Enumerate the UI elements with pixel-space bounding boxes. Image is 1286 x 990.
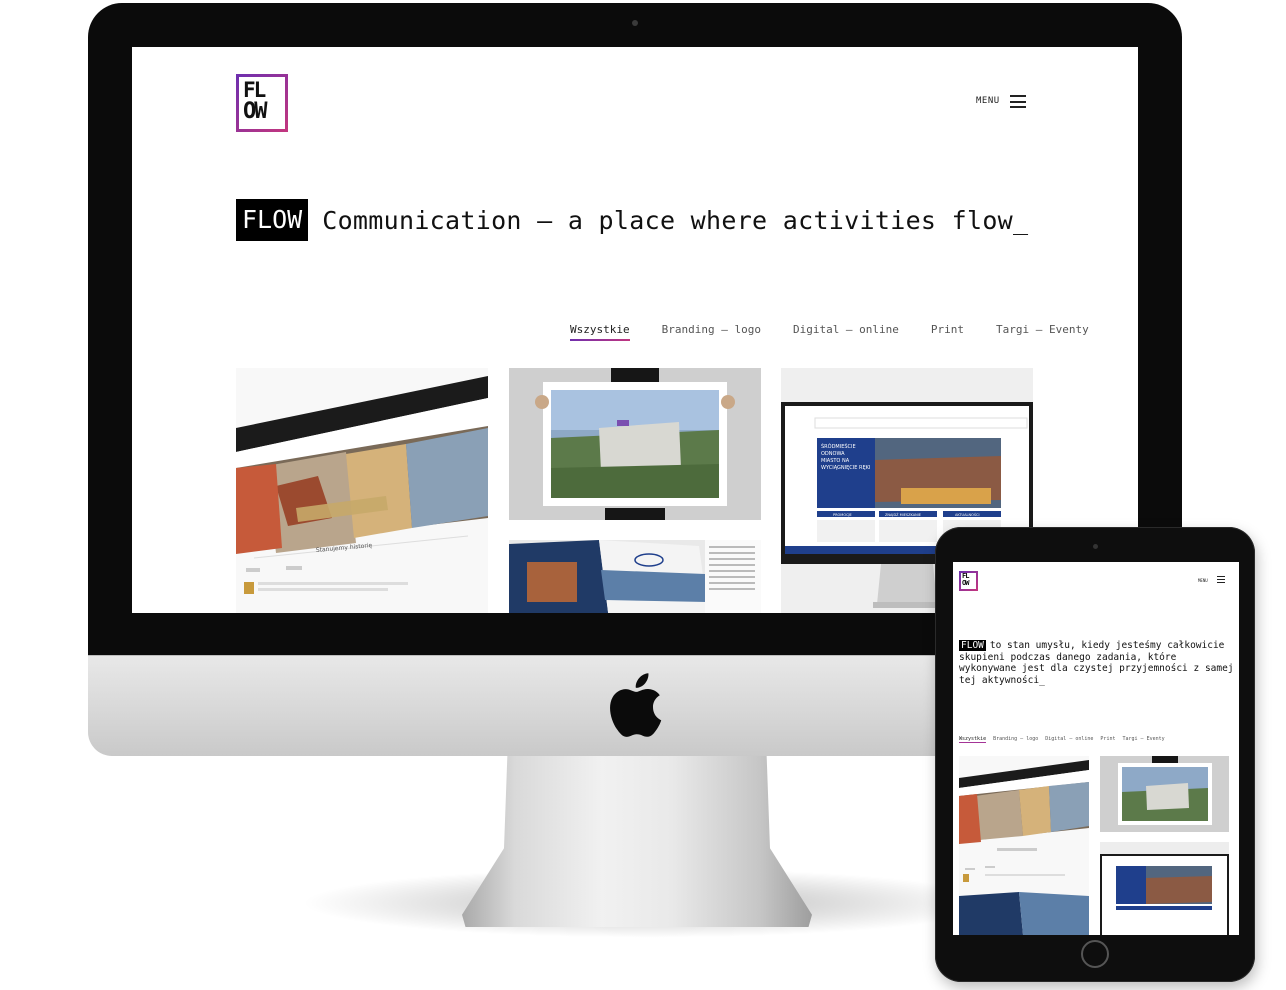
filter-tabs-mobile: Wszystkie Branding – logo Digital – onli… — [959, 736, 1172, 743]
hero-heading: FLOW Communication – a place where activ… — [236, 199, 1028, 241]
hamburger-icon[interactable] — [1010, 95, 1026, 108]
tab-find-apartment: ZNAJDŹ MIESZKANIE — [885, 512, 921, 517]
home-button[interactable] — [1081, 940, 1109, 968]
filter-tab-branding[interactable]: Branding – logo — [662, 323, 761, 341]
tab-news: AKTUALNOŚCI — [955, 512, 980, 517]
panel-line-4: WYCIĄGNIĘCIE RĘKI — [821, 465, 870, 471]
hamburger-icon[interactable] — [1217, 576, 1225, 583]
flow-badge: FLOW — [236, 199, 309, 241]
hero-text: Communication – a place where activities… — [322, 205, 1029, 235]
filter-tab-events[interactable]: Targi – Eventy — [1122, 736, 1164, 743]
tab-promotions: PROMOCJE — [833, 513, 852, 517]
imac-camera — [632, 20, 638, 26]
panel-line-2: ODNOWA — [821, 451, 845, 457]
imac-stand — [462, 752, 812, 927]
portfolio-thumbnail-monitor-mobile[interactable] — [1100, 842, 1229, 935]
ipad-device: FL OW MENU FLOW to stan umysłu, kiedy jes… — [935, 527, 1255, 982]
filter-tab-events[interactable]: Targi – Eventy — [996, 323, 1089, 341]
website-mockup-image — [959, 756, 1089, 935]
filter-tab-print[interactable]: Print — [1100, 736, 1115, 743]
monitor-mockup-image — [1100, 842, 1229, 935]
filter-tab-digital[interactable]: Digital – online — [793, 323, 899, 341]
flow-logo[interactable]: FL OW — [236, 74, 288, 132]
logo-line-2: OW — [243, 99, 267, 124]
filter-tab-all[interactable]: Wszystkie — [959, 736, 987, 743]
ipad-screen: FL OW MENU FLOW to stan umysłu, kiedy jes… — [953, 562, 1239, 935]
logo-line-2: OW — [962, 579, 970, 587]
portfolio-thumbnail-poster-mobile[interactable] — [1100, 756, 1229, 832]
filter-tab-branding[interactable]: Branding – logo — [993, 736, 1038, 743]
ipad-camera — [1093, 544, 1098, 549]
poster-mockup-image — [1100, 756, 1229, 832]
hero-text-mobile: FLOW to stan umysłu, kiedy jesteśmy całko… — [959, 640, 1235, 686]
website-mockup-image: Stanujemy historię — [236, 368, 488, 613]
brochure-mockup-image — [509, 540, 761, 613]
apple-logo-icon — [610, 673, 662, 737]
portfolio-thumbnail-brochure[interactable] — [509, 540, 761, 613]
hero-paragraph-mobile: to stan umysłu, kiedy jesteśmy całkowici… — [959, 640, 1234, 686]
poster-mockup-image — [509, 368, 761, 520]
flow-logo-mobile[interactable]: FL OW — [959, 571, 978, 591]
flow-badge-mobile: FLOW — [959, 640, 986, 651]
portfolio-thumbnail-poster[interactable] — [509, 368, 761, 520]
filter-tab-all[interactable]: Wszystkie — [570, 323, 630, 341]
menu-label[interactable]: MENU — [976, 96, 1000, 106]
filter-tab-print[interactable]: Print — [931, 323, 964, 341]
portfolio-thumbnail-website[interactable]: Stanujemy historię — [236, 368, 488, 613]
menu-label-mobile[interactable]: MENU — [1198, 578, 1208, 583]
portfolio-thumbnail-website-mobile[interactable] — [959, 756, 1089, 935]
filter-tabs: Wszystkie Branding – logo Digital – onli… — [570, 323, 1089, 341]
panel-line-3: MIASTO NA — [821, 458, 850, 464]
panel-line-1: ŚRÓDMIEŚCIE — [821, 443, 856, 450]
filter-tab-digital[interactable]: Digital – online — [1045, 736, 1093, 743]
